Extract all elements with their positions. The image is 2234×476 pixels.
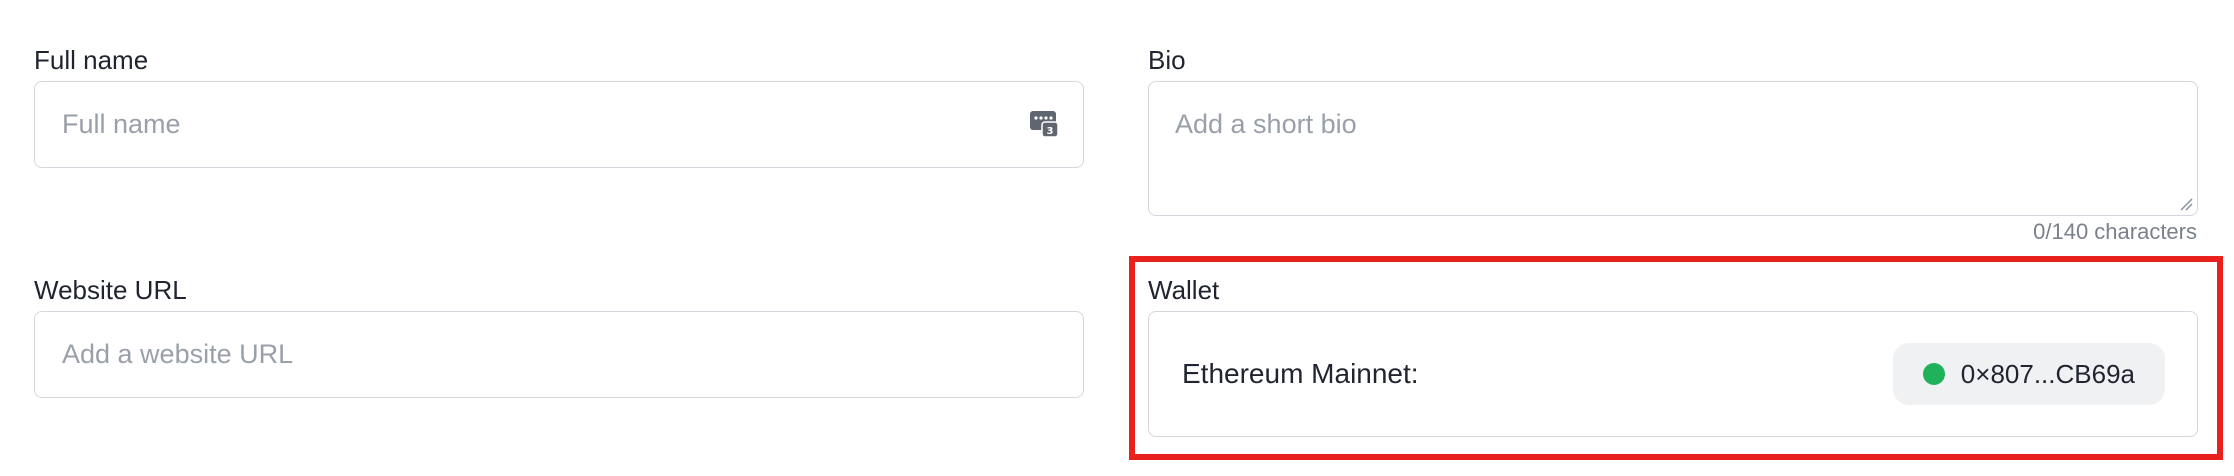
password-manager-icon[interactable]: 3: [1029, 108, 1059, 138]
resize-handle-icon[interactable]: [2179, 197, 2193, 211]
network-label: Ethereum Mainnet:: [1182, 358, 1419, 389]
full-name-label: Full name: [34, 45, 149, 75]
wallet-address-pill[interactable]: 0×807...CB69a: [1892, 343, 2165, 405]
full-name-input[interactable]: [35, 82, 1083, 167]
bio-field[interactable]: [1148, 81, 2198, 216]
bio-textarea[interactable]: [1149, 82, 2197, 215]
connected-status-dot-icon: [1922, 363, 1945, 385]
website-url-input[interactable]: [35, 312, 1083, 397]
website-url-field[interactable]: [34, 311, 1084, 398]
bio-char-count: 0/140 characters: [2033, 219, 2197, 244]
bio-label: Bio: [1148, 45, 1186, 75]
wallet-label: Wallet: [1148, 275, 1220, 305]
wallet-address: 0×807...CB69a: [1960, 358, 2135, 389]
wallet-card: Ethereum Mainnet: 0×807...CB69a: [1148, 311, 2198, 437]
svg-text:3: 3: [1047, 126, 1054, 137]
website-url-label: Website URL: [34, 275, 187, 305]
full-name-field[interactable]: 3: [34, 81, 1084, 168]
